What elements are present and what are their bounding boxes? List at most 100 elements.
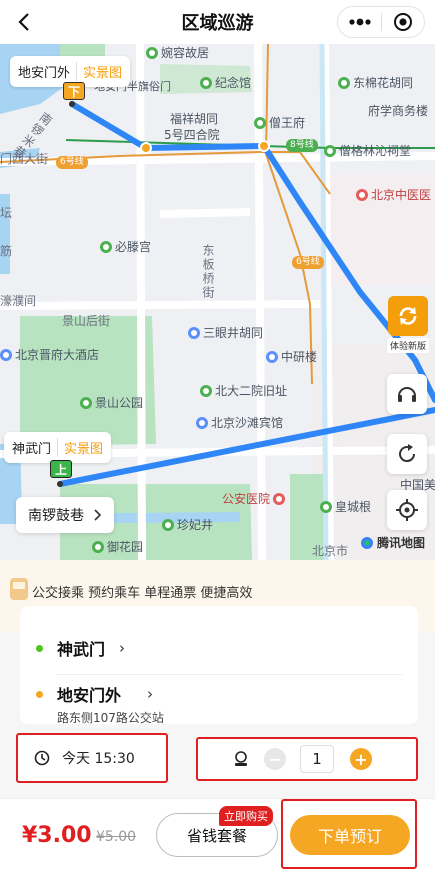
tencent-map-icon <box>360 536 373 549</box>
street-label: 筋 <box>0 244 13 258</box>
poi-sanyanjing[interactable]: 三眼井胡同 <box>188 324 263 341</box>
alight-badge: 下 <box>63 82 85 100</box>
bottom-action-bar: ¥3.00 ¥5.00 省钱套餐 立即购买 下单预订 <box>0 798 435 880</box>
metro-line-tag: 6号线 <box>292 256 324 269</box>
hospital-icon <box>273 492 286 505</box>
current-location-text: 南锣鼓巷 <box>28 508 84 524</box>
refresh-button[interactable] <box>387 434 427 474</box>
back-button[interactable] <box>10 8 38 36</box>
current-location-chip[interactable]: 南锣鼓巷 <box>16 497 114 533</box>
buy-now-tag: 立即购买 <box>219 806 273 826</box>
top-navbar: 区域巡游 <box>0 0 435 44</box>
tencent-map-logo: 腾讯地图 <box>360 534 425 551</box>
origin-row[interactable]: 神武门 › <box>20 636 418 660</box>
place-order-button[interactable]: 下单预订 <box>290 815 410 855</box>
street-label: 景山后街 <box>62 314 111 328</box>
poi-pin-icon <box>320 500 332 513</box>
quantity-value[interactable]: 1 <box>300 745 334 773</box>
more-dots-icon <box>348 18 371 26</box>
target-close-icon <box>393 13 412 31</box>
poi-pin-icon <box>254 116 266 129</box>
poi-pin-icon <box>100 240 112 253</box>
refresh-icon <box>399 444 416 463</box>
poi-pin-icon <box>146 46 158 59</box>
hotel-icon <box>196 416 208 429</box>
more-button[interactable] <box>338 7 381 37</box>
poi-pin-icon <box>188 326 200 339</box>
poi-bisheng[interactable]: 必滕宫 <box>100 238 151 255</box>
street-label: 北京市 <box>312 544 349 558</box>
close-button[interactable] <box>382 7 424 37</box>
street-view-link[interactable]: 实景图 <box>57 438 103 457</box>
street-label: 坛 <box>0 206 13 220</box>
departure-time-selector[interactable]: 今天 15:30 <box>16 733 168 783</box>
poi-gongan-hospital[interactable]: 公安医院 <box>222 490 286 507</box>
poi-fuxue[interactable]: 府学商务楼 <box>368 102 428 119</box>
poi-wanrong[interactable]: 婉容故居 <box>146 44 209 61</box>
hospital-icon <box>356 188 368 201</box>
locate-me-button[interactable] <box>387 490 427 530</box>
route-card: 神武门 › 地安门外 › 路东侧107路公交站 <box>20 606 418 725</box>
promo-text: 公交接乘 预约乘车 单程通票 便捷高效 <box>32 586 253 601</box>
destination-row[interactable]: 地安门外 › <box>20 682 418 706</box>
street-view-link[interactable]: 实景图 <box>76 62 122 81</box>
passenger-seat-icon <box>235 751 247 766</box>
metro-line-tag: 6号线 <box>56 156 88 169</box>
poi-zhongyan[interactable]: 中研楼 <box>266 348 317 365</box>
poi-sengwang[interactable]: 僧王府 <box>254 114 305 131</box>
customer-service-button[interactable] <box>387 374 427 414</box>
poi-sengge[interactable]: 僧格林沁祠堂 <box>324 142 411 159</box>
departure-time: 今天 15:30 <box>62 751 135 767</box>
chevron-right-icon: › <box>119 639 126 657</box>
poi-pin-icon <box>200 384 212 397</box>
poi-pin-icon <box>324 144 336 157</box>
poi-pin-icon <box>200 76 212 89</box>
hotel-icon <box>0 348 12 361</box>
poi-jinfu-hotel[interactable]: 北京晋府大酒店 <box>0 346 99 363</box>
route-divider <box>56 674 402 675</box>
poi-pin-icon <box>162 518 174 531</box>
poi-fuxiang[interactable]: 福祥胡同 <box>170 110 218 127</box>
bus-icon <box>10 578 28 600</box>
poi-siheyuan[interactable]: 5号四合院 <box>164 126 220 143</box>
poi-pin-icon <box>266 350 278 363</box>
stop-name: 地安门外 <box>18 66 71 81</box>
quantity-decrease-button[interactable]: − <box>264 748 286 770</box>
chevron-right-icon: › <box>147 685 154 703</box>
refresh-cycle-icon <box>388 296 428 336</box>
poi-dongmianhua[interactable]: 东棉花胡同 <box>338 74 413 91</box>
poi-jingshan-park[interactable]: 景山公园 <box>80 394 143 411</box>
stop-label-shenwumen[interactable]: 神武门 实景图 <box>4 432 112 463</box>
poi-huangchenggen[interactable]: 皇城根 <box>320 498 371 515</box>
street-label: 濠濮间 <box>0 294 37 308</box>
chevron-left-icon <box>18 13 29 31</box>
destination-name: 地安门外 <box>57 686 122 705</box>
original-price: ¥5.00 <box>96 829 137 845</box>
poi-pku-old[interactable]: 北大二院旧址 <box>200 382 287 399</box>
poi-pin-icon <box>92 540 104 553</box>
experience-new-version-button[interactable]: 体验新版 <box>385 296 431 356</box>
stop-name: 神武门 <box>12 442 52 457</box>
poi-imperial-garden[interactable]: 御花园 <box>92 538 143 555</box>
headset-icon <box>398 387 416 402</box>
poi-memorial[interactable]: 纪念馆 <box>200 74 251 91</box>
experience-label: 体验新版 <box>386 338 429 353</box>
chevron-right-icon <box>94 509 102 521</box>
board-badge: 上 <box>50 460 72 478</box>
quantity-increase-button[interactable]: + <box>350 748 372 770</box>
crosshair-icon <box>396 499 418 521</box>
map-view[interactable]: 婉容故居 纪念馆 东棉花胡同 地安门半旗俗门 福祥胡同 5号四合院 僧王府 府学… <box>0 44 435 560</box>
passenger-quantity-stepper: − 1 + <box>196 737 418 781</box>
street-label: 门西大街 <box>0 152 49 166</box>
current-price: ¥3.00 <box>22 823 92 848</box>
street-label: 东板桥街 <box>201 244 215 300</box>
origin-name: 神武门 <box>57 640 106 659</box>
poi-zhenfei-well[interactable]: 珍妃井 <box>162 516 213 533</box>
page-title: 区域巡游 <box>181 13 254 34</box>
metro-line-tag: 8号线 <box>286 139 318 152</box>
park-icon <box>80 396 92 409</box>
poi-shatan-hotel[interactable]: 北京沙滩宾馆 <box>196 414 283 431</box>
clock-icon <box>34 750 50 766</box>
mini-program-capsule <box>337 6 425 38</box>
poi-tcm-hospital[interactable]: 北京中医医 <box>356 186 431 203</box>
